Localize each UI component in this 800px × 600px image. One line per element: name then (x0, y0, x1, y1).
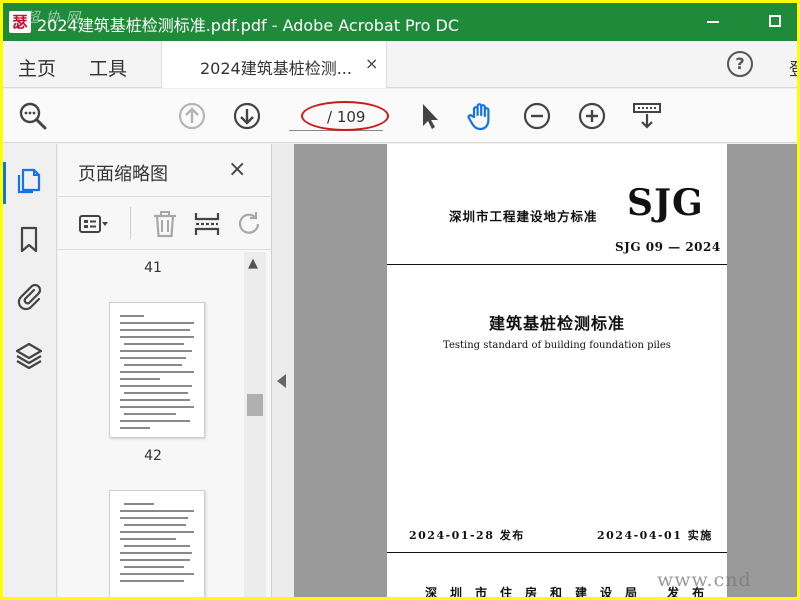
prev-page-icon[interactable] (176, 100, 208, 132)
panel-collapse-handle[interactable] (272, 144, 294, 597)
thumbnail-page-number: 42 (144, 448, 162, 464)
select-pointer-icon[interactable] (413, 100, 445, 132)
release-date: 2024-01-28 发布 (409, 529, 525, 542)
thumbnail-scrollbar[interactable]: ▲ (244, 252, 266, 597)
document-tab[interactable]: 2024建筑基桩检测... × (161, 41, 387, 88)
attachment-icon[interactable] (14, 282, 44, 312)
hand-tool-icon[interactable] (465, 100, 497, 132)
home-menu[interactable]: 主页 (18, 54, 56, 81)
close-tab-icon[interactable]: × (365, 54, 378, 73)
standard-logo: SJG (627, 182, 704, 224)
page-fit-icon[interactable] (631, 100, 663, 132)
page-thumbnails-icon[interactable] (14, 166, 44, 196)
divider (387, 552, 727, 553)
delete-page-icon[interactable] (150, 209, 180, 239)
maximize-icon[interactable] (769, 15, 781, 27)
red-annotation-circle (301, 101, 389, 131)
toolbar-separator (130, 207, 131, 239)
insert-page-icon[interactable] (192, 209, 222, 239)
next-page-icon[interactable] (231, 100, 263, 132)
document-title: 建筑基桩检测标准 (488, 314, 625, 333)
thumbnail-page[interactable] (109, 302, 205, 438)
thumbnail-page[interactable] (109, 490, 205, 597)
window-title: 2024建筑基桩检测标准.pdf.pdf - Adobe Acrobat Pro… (37, 16, 460, 35)
zoom-search-icon[interactable] (17, 100, 49, 132)
document-tab-label: 2024建筑基桩检测... (200, 59, 352, 78)
rotate-page-icon[interactable] (234, 209, 264, 239)
watermark-text: www.cnd (657, 569, 752, 591)
bookmark-icon[interactable] (14, 224, 44, 254)
acrobat-window: 瑟 超 协 网 2024建筑基桩检测标准.pdf.pdf - Adobe Acr… (3, 3, 797, 597)
pdf-page: 深圳市工程建设地方标准 SJG SJG 09 — 2024 建筑基桩检测标准 T… (387, 144, 727, 597)
main-toolbar: / 109 (3, 89, 797, 143)
zoom-in-icon[interactable] (576, 100, 608, 132)
page-thumbnails-panel: 页面缩略图 × 41 42 ▲ (58, 144, 272, 597)
options-menu-icon[interactable] (78, 209, 108, 239)
standard-code: SJG 09 — 2024 (615, 240, 721, 254)
document-view[interactable]: 深圳市工程建设地方标准 SJG SJG 09 — 2024 建筑基桩检测标准 T… (294, 144, 797, 597)
sign-in-button[interactable]: 登 (789, 55, 797, 80)
scroll-up-icon[interactable]: ▲ (248, 256, 258, 271)
menu-bar: 主页 工具 2024建筑基桩检测... × ? 登 (3, 41, 797, 88)
title-bar: 瑟 超 协 网 2024建筑基桩检测标准.pdf.pdf - Adobe Acr… (3, 3, 797, 41)
active-indicator (3, 162, 6, 204)
minimize-icon[interactable] (707, 21, 719, 23)
scrollbar-thumb[interactable] (247, 394, 263, 416)
standard-category: 深圳市工程建设地方标准 (449, 209, 598, 224)
thumbnail-toolbar (58, 196, 272, 250)
divider (387, 264, 727, 265)
collapse-arrow-icon[interactable] (277, 374, 286, 388)
help-icon[interactable]: ? (727, 51, 753, 77)
effective-date: 2024-04-01 实施 (597, 529, 713, 542)
navigation-rail (3, 144, 57, 597)
thumbnail-list: 41 42 (58, 252, 248, 597)
panel-title: 页面缩略图 (78, 164, 168, 185)
document-subtitle: Testing standard of building foundation … (443, 340, 671, 351)
thumbnail-page-number: 41 (144, 260, 162, 276)
tools-menu[interactable]: 工具 (89, 54, 127, 81)
close-panel-icon[interactable]: × (228, 157, 246, 182)
zoom-out-icon[interactable] (521, 100, 553, 132)
layers-icon[interactable] (14, 340, 44, 370)
